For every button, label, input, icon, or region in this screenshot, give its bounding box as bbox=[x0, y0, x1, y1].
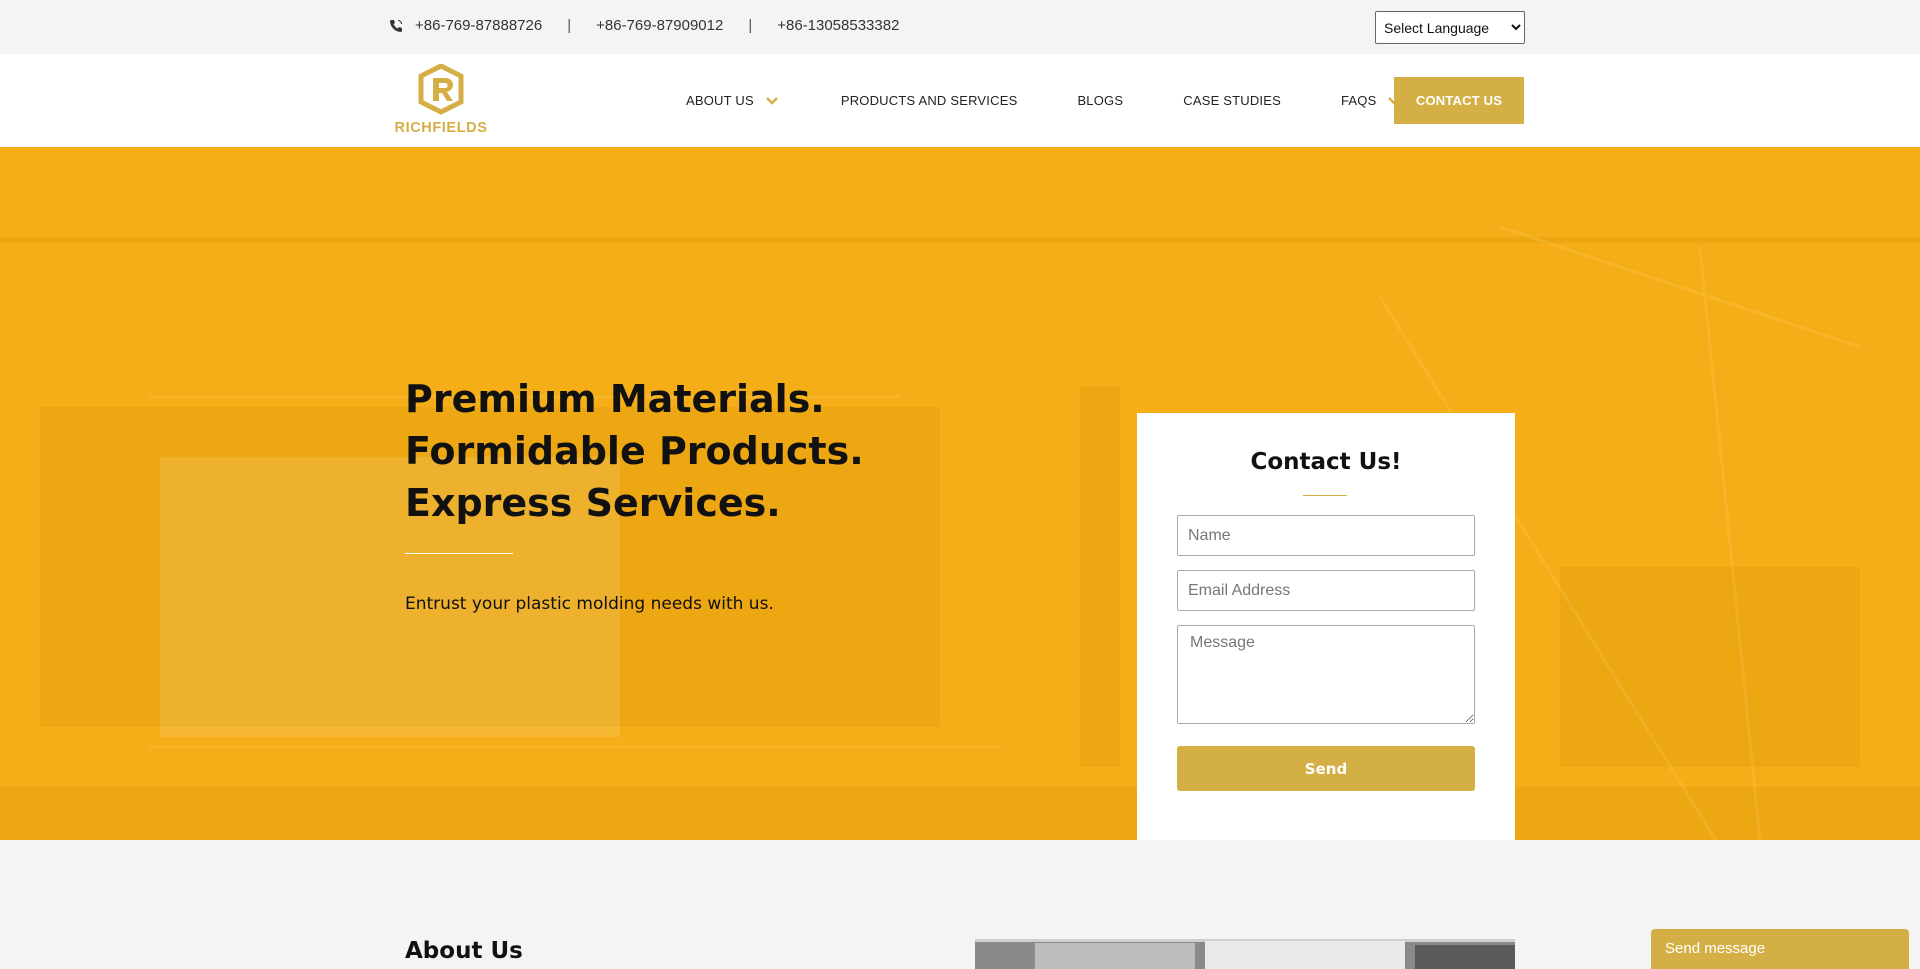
nav-item-about-us[interactable]: ABOUT US bbox=[686, 93, 778, 108]
hero-title-line-2: Formidable Products. bbox=[405, 429, 864, 473]
factory-background-image bbox=[0, 147, 1920, 840]
main-nav: ABOUT US PRODUCTS AND SERVICES BLOGS CAS… bbox=[686, 54, 1401, 147]
send-button[interactable]: Send bbox=[1177, 746, 1475, 791]
nav-label: PRODUCTS AND SERVICES bbox=[840, 93, 1018, 108]
nav-label: FAQS bbox=[1341, 93, 1377, 108]
about-title: About Us bbox=[405, 938, 523, 964]
contact-form-card: Contact Us! Send bbox=[1137, 413, 1515, 840]
nav-item-faqs[interactable]: FAQS bbox=[1341, 93, 1401, 108]
phone-number-1[interactable]: +86-769-87888726 bbox=[415, 17, 542, 34]
logo[interactable]: RICHFIELDS bbox=[389, 63, 493, 136]
phone-icon bbox=[389, 19, 403, 33]
logo-text: RICHFIELDS bbox=[394, 120, 488, 136]
nav-label: CASE STUDIES bbox=[1183, 93, 1281, 108]
message-field[interactable] bbox=[1177, 625, 1475, 724]
nav-item-blogs[interactable]: BLOGS bbox=[1077, 93, 1123, 108]
contact-form-title: Contact Us! bbox=[1250, 449, 1402, 475]
top-bar: +86-769-87888726 | +86-769-87909012 | +8… bbox=[0, 0, 1920, 54]
chevron-down-icon bbox=[765, 96, 778, 105]
nav-item-products-and-services[interactable]: PRODUCTS AND SERVICES bbox=[841, 93, 1018, 108]
hero-title: Premium Materials. Formidable Products. … bbox=[405, 373, 864, 529]
phone-list: +86-769-87888726 | +86-769-87909012 | +8… bbox=[389, 17, 899, 34]
email-field[interactable] bbox=[1177, 570, 1475, 611]
language-select[interactable]: Select Language bbox=[1375, 11, 1525, 44]
about-section: About Us bbox=[0, 840, 1920, 969]
chat-widget-send-message[interactable]: Send message bbox=[1651, 929, 1909, 969]
nav-label: ABOUT US bbox=[686, 93, 754, 108]
name-field[interactable] bbox=[1177, 515, 1475, 556]
hero-title-line-1: Premium Materials. bbox=[405, 377, 825, 421]
site-header: RICHFIELDS ABOUT US PRODUCTS AND SERVICE… bbox=[0, 54, 1920, 147]
hero-divider bbox=[405, 553, 513, 554]
factory-photo-image bbox=[975, 939, 1515, 969]
about-photo bbox=[975, 939, 1515, 969]
nav-item-case-studies[interactable]: CASE STUDIES bbox=[1183, 93, 1281, 108]
phone-number-2[interactable]: +86-769-87909012 bbox=[596, 17, 723, 34]
nav-label: BLOGS bbox=[1077, 93, 1124, 108]
separator: | bbox=[567, 17, 572, 34]
hero-text-block: Premium Materials. Formidable Products. … bbox=[405, 373, 864, 614]
contact-us-button[interactable]: CONTACT US bbox=[1394, 77, 1524, 124]
logo-mark-icon bbox=[418, 63, 464, 115]
phone-number-3[interactable]: +86-13058533382 bbox=[777, 17, 899, 34]
hero-title-line-3: Express Services. bbox=[405, 481, 781, 525]
hero-subtitle: Entrust your plastic molding needs with … bbox=[405, 594, 774, 614]
separator: | bbox=[748, 17, 753, 34]
hero-section: Premium Materials. Formidable Products. … bbox=[0, 147, 1920, 840]
contact-form-divider bbox=[1303, 495, 1347, 496]
